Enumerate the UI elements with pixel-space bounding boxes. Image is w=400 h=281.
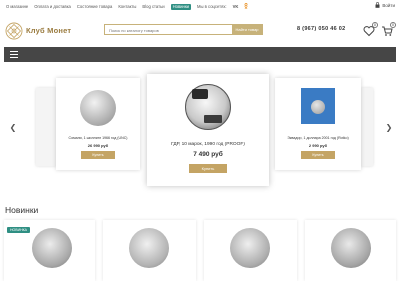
section-title-new: Новинки <box>5 205 39 215</box>
cart-count: 0 <box>390 22 396 28</box>
carousel-edge-card-left[interactable] <box>36 88 56 166</box>
carousel-edge-card-right[interactable] <box>361 88 373 166</box>
login-link[interactable]: Войти <box>375 2 395 8</box>
catalog-menu-bar <box>4 47 396 62</box>
coin-image <box>80 90 116 126</box>
coin-image <box>32 228 72 268</box>
product-price: 26 990 руб <box>87 143 109 148</box>
logo-text[interactable]: Клуб Монет <box>26 26 71 35</box>
coin-image <box>129 228 169 268</box>
buy-button[interactable]: Купить <box>301 151 335 159</box>
new-product-card[interactable] <box>204 220 297 281</box>
top-utility-bar: О магазине Оплата и доставка Состояние т… <box>0 0 400 12</box>
new-product-card[interactable] <box>305 220 396 281</box>
top-nav: О магазине Оплата и доставка Состояние т… <box>6 3 249 10</box>
favorites-button[interactable]: 0 <box>363 22 378 37</box>
lock-icon <box>375 2 380 8</box>
carousel-prev-arrow[interactable]: ❮ <box>8 122 18 132</box>
nav-link-blog[interactable]: Blog статьи <box>142 4 164 9</box>
search-button[interactable]: Найти товар <box>232 25 262 34</box>
coin-image <box>185 84 231 130</box>
new-product-card[interactable]: НОВИНКА <box>4 220 95 281</box>
phone-number[interactable]: 8 (967) 050 46 02 <box>297 26 346 32</box>
login-label: Войти <box>382 2 395 8</box>
product-carousel: ❮ ❯ Сомали, 1 шиллинг 1966 год (UNC) 26 … <box>0 66 400 186</box>
coin-image <box>331 228 371 268</box>
menu-icon[interactable] <box>10 51 18 58</box>
product-price: 2 990 руб <box>308 143 328 148</box>
nav-social-label: Мы в соцсетях: <box>197 4 227 9</box>
ok-icon[interactable] <box>244 3 249 10</box>
carousel-next-arrow[interactable]: ❯ <box>384 122 394 132</box>
buy-button[interactable]: Купить <box>189 164 227 173</box>
cart-button[interactable]: 0 <box>381 22 396 36</box>
search-box: Найти товар <box>104 24 263 35</box>
product-price: 7 490 руб <box>193 151 223 158</box>
nav-link-payment[interactable]: Оплата и доставка <box>34 4 71 9</box>
nav-link-new[interactable]: Новинки <box>170 3 191 10</box>
product-name[interactable]: ГДР, 10 марок, 1990 год (PROOF) <box>147 142 269 147</box>
product-card-left[interactable]: Сомали, 1 шиллинг 1966 год (UNC) 26 990 … <box>56 78 140 170</box>
vk-icon[interactable]: VK <box>233 4 239 9</box>
favorites-count: 0 <box>372 22 378 28</box>
nav-link-about[interactable]: О магазине <box>6 4 28 9</box>
nav-link-condition[interactable]: Состояние товара <box>77 4 112 9</box>
logo-icon[interactable] <box>5 22 23 40</box>
coin-image <box>230 228 270 268</box>
product-card-right[interactable]: Эквадор, 1 доллара 2001 год (Rotko) 2 99… <box>275 78 361 170</box>
search-input[interactable] <box>109 26 229 34</box>
product-name[interactable]: Эквадор, 1 доллара 2001 год (Rotko) <box>275 136 361 140</box>
new-badge: НОВИНКА <box>7 227 31 233</box>
coin-image <box>301 88 335 124</box>
nav-link-contacts[interactable]: Контакты <box>118 4 136 9</box>
product-name[interactable]: Сомали, 1 шиллинг 1966 год (UNC) <box>56 136 140 140</box>
new-product-card[interactable] <box>103 220 196 281</box>
product-card-center[interactable]: ГДР, 10 марок, 1990 год (PROOF) 7 490 ру… <box>147 74 269 186</box>
buy-button[interactable]: Купить <box>81 151 115 159</box>
